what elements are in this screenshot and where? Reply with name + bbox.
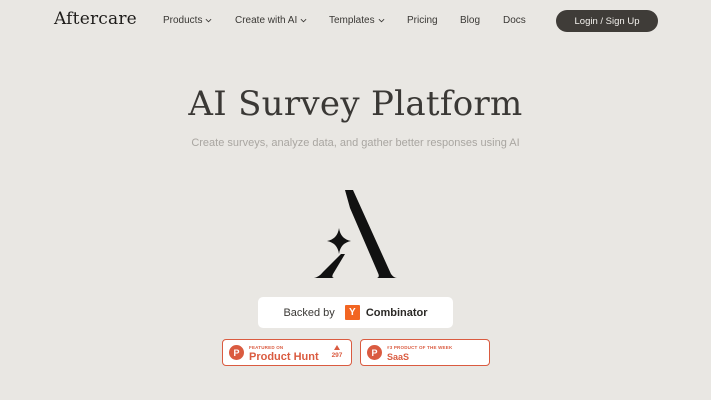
page-subtitle: Create surveys, analyze data, and gather…	[191, 137, 520, 149]
nav-products-label: Products	[163, 15, 203, 26]
nav-pricing-label: Pricing	[407, 15, 438, 26]
chevron-down-icon	[300, 18, 307, 23]
y-combinator-logo-icon: Y	[344, 305, 360, 320]
chevron-down-icon	[378, 18, 385, 23]
product-hunt-featured-badge[interactable]: P FEATURED ON Product Hunt 297	[222, 339, 352, 366]
nav-products[interactable]: Products	[163, 15, 212, 26]
nav-create-with-ai[interactable]: Create with AI	[235, 15, 307, 26]
product-hunt-icon: P	[229, 345, 244, 360]
product-hunt-icon: P	[367, 345, 382, 360]
backed-by-label: Backed by	[283, 306, 335, 319]
backed-by-yc-banner[interactable]: Backed by Y Combinator	[258, 297, 453, 328]
nav-create-with-ai-label: Create with AI	[235, 15, 298, 26]
badge-featured-label: FEATURED ON	[249, 345, 284, 350]
badge-rank-label: #3 PRODUCT OF THE WEEK	[387, 345, 453, 350]
page-title: AI Survey Platform	[188, 84, 523, 124]
upvote-count: 297	[331, 345, 343, 359]
nav-blog[interactable]: Blog	[460, 15, 480, 26]
nav-templates-label: Templates	[329, 15, 375, 26]
aftercare-a-sparkle-logo-icon	[314, 190, 397, 278]
nav-pricing[interactable]: Pricing	[407, 15, 438, 26]
y-combinator-name: Combinator	[365, 306, 428, 319]
badge-category-name: SaaS	[387, 352, 410, 362]
nav-docs[interactable]: Docs	[503, 15, 526, 26]
upvote-triangle-icon	[334, 345, 340, 350]
logo[interactable]: Aftercare	[54, 9, 137, 29]
product-of-the-week-badge[interactable]: P #3 PRODUCT OF THE WEEK SaaS	[360, 339, 490, 366]
badge-product-hunt-name: Product Hunt	[249, 351, 319, 363]
nav-docs-label: Docs	[503, 15, 526, 26]
login-signup-button[interactable]: Login / Sign Up	[556, 10, 658, 32]
upvote-count-value: 297	[331, 352, 343, 359]
nav-blog-label: Blog	[460, 15, 481, 26]
nav-templates[interactable]: Templates	[329, 15, 385, 26]
chevron-down-icon	[206, 18, 212, 23]
top-navbar: Aftercare Products Create with AI Templa…	[0, 0, 711, 42]
